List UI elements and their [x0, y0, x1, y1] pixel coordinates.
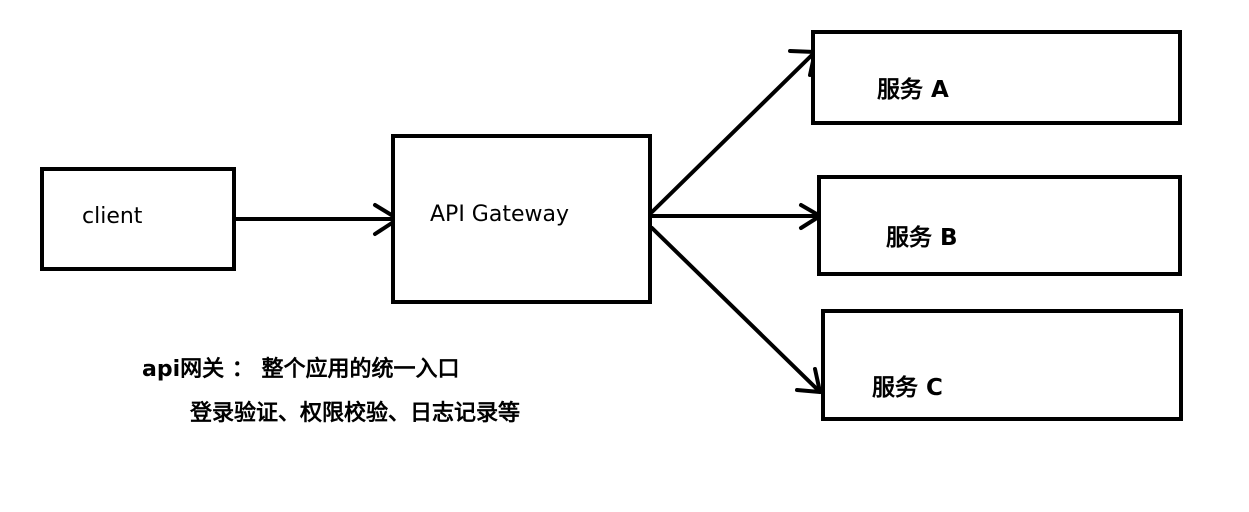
service-a-node [811, 30, 1182, 125]
arrow-gateway-to-service-c [650, 226, 822, 394]
arrow-gateway-to-service-b [650, 203, 822, 230]
note-line-1: api网关 ： 整个应用的统一入口 [142, 357, 460, 382]
service-a-label: 服务 A [877, 77, 949, 103]
note-line-2: 登录验证、权限校验、日志记录等 [190, 401, 521, 426]
service-b-label: 服务 B [886, 225, 958, 251]
arrow-gateway-to-service-a [650, 49, 817, 214]
service-c-label: 服务 C [872, 375, 943, 401]
api-gateway-label: API Gateway [430, 202, 569, 227]
arrow-client-to-gateway [234, 203, 400, 236]
client-label: client [82, 204, 143, 229]
service-b-node [817, 175, 1182, 276]
service-c-node [821, 309, 1183, 421]
